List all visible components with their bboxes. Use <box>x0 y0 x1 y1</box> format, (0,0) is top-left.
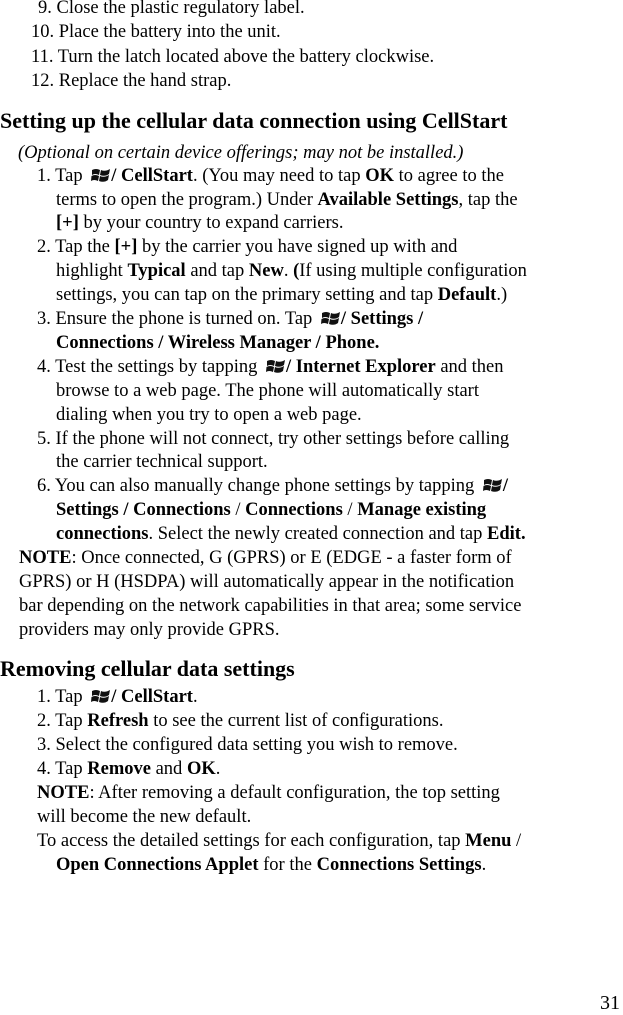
remove-step-1: 1. Tap / CellStart. <box>37 687 198 707</box>
remove-step-2: 2. Tap Refresh to see the current list o… <box>37 711 444 731</box>
cellstart-step-1-line3: [+] by your country to expand carriers. <box>56 213 344 233</box>
cellstart-step-6-line3: connections. Select the newly created co… <box>56 524 526 544</box>
cellstart-step-1-line2: terms to open the program.) Under Availa… <box>56 190 518 210</box>
remove-step-3: 3. Select the configured data setting yo… <box>37 735 458 755</box>
section-heading-cellstart: Setting up the cellular data connection … <box>0 108 508 133</box>
windows-start-icon <box>91 690 111 703</box>
cellstart-step-4-line2: browse to a web page. The phone will aut… <box>56 381 479 401</box>
cellstart-step-2-line2: highlight Typical and tap New. (If using… <box>56 261 527 281</box>
windows-start-icon <box>482 479 502 492</box>
step-10: 10. Place the battery into the unit. <box>31 22 281 42</box>
gprs-note-line4: providers may only provide GPRS. <box>19 620 280 640</box>
cellstart-step-2: 2. Tap the [+] by the carrier you have s… <box>37 237 458 257</box>
cellstart-step-6: 6. You can also manually change phone se… <box>37 476 509 496</box>
cellstart-step-3: 3. Ensure the phone is turned on. Tap / … <box>37 309 424 329</box>
cellstart-step-3-line2: Connections / Wireless Manager / Phone. <box>56 333 380 353</box>
remove-note-line1: NOTE: After removing a default configura… <box>37 783 500 803</box>
cellstart-step-6-line2: Settings / Connections / Connections / M… <box>56 500 487 520</box>
gprs-note-line3: bar depending on the network capabilitie… <box>19 596 522 616</box>
cellstart-step-1: 1. Tap / CellStart. (You may need to tap… <box>37 166 504 186</box>
cellstart-step-5-line2: the carrier technical support. <box>56 452 268 472</box>
gprs-note-line1: NOTE: Once connected, G (GPRS) or E (EDG… <box>19 548 512 568</box>
step-11: 11. Turn the latch located above the bat… <box>31 47 435 67</box>
windows-start-icon <box>320 312 340 325</box>
cellstart-step-4-line3: dialing when you try to open a web page. <box>56 405 362 425</box>
cellstart-step-2-line3: settings, you can tap on the primary set… <box>56 285 508 305</box>
optional-note: (Optional on certain device offerings; m… <box>18 143 464 163</box>
access-settings-line1: To access the detailed settings for each… <box>37 831 522 851</box>
remove-step-4: 4. Tap Remove and OK. <box>37 759 221 779</box>
gprs-note-line2: GPRS) or H (HSDPA) will automatically ap… <box>19 572 515 592</box>
section-heading-removing: Removing cellular data settings <box>0 656 295 681</box>
cellstart-step-5: 5. If the phone will not connect, try ot… <box>37 429 510 449</box>
windows-start-icon <box>91 169 111 182</box>
step-12: 12. Replace the hand strap. <box>31 71 232 91</box>
access-settings-line2: Open Connections Applet for the Connecti… <box>56 855 487 875</box>
windows-start-icon <box>265 360 285 373</box>
step-9: 9. Close the plastic regulatory label. <box>38 0 305 18</box>
remove-note-line2: will become the new default. <box>37 807 252 827</box>
cellstart-step-4: 4. Test the settings by tapping / Intern… <box>37 357 504 377</box>
